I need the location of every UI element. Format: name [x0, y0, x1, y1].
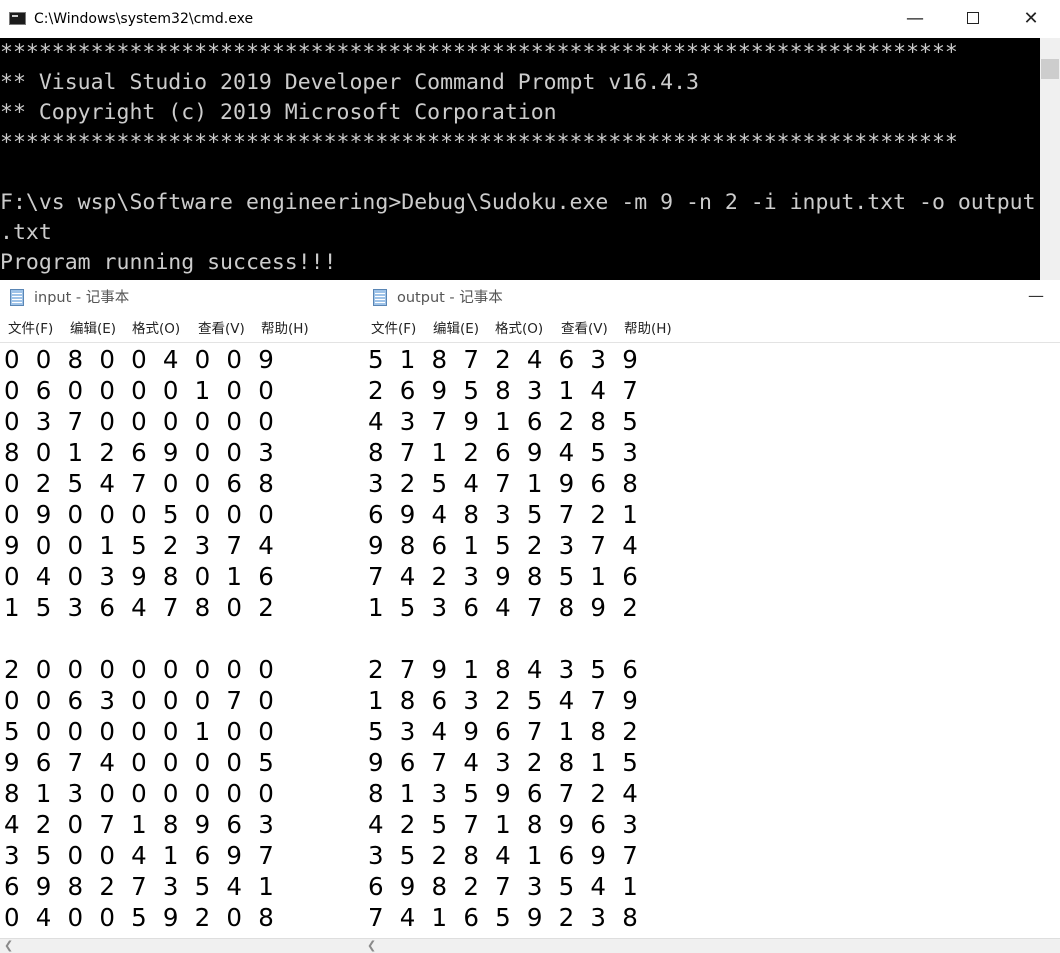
input-menubar: 文件(F) 编辑(E) 格式(O) 查看(V) 帮助(H)	[0, 316, 363, 343]
cmd-window: C:\Windows\system32\cmd.exe — ✕ ********…	[0, 0, 1060, 280]
text-line: 1 8 6 3 2 5 4 7 9	[368, 686, 642, 715]
text-line: 6 9 8 2 7 3 5 4 1	[368, 872, 642, 901]
maximize-icon	[967, 11, 979, 24]
console-line: ****************************************…	[0, 40, 958, 65]
console-line: F:\vs wsp\Software engineering>Debug\Sud…	[0, 190, 1036, 215]
scroll-left-arrow-icon[interactable]: ❮	[4, 939, 13, 952]
text-line: 8 1 3 5 9 6 7 2 4	[368, 779, 642, 808]
maximize-button[interactable]	[944, 0, 1002, 38]
text-line: 1 5 3 6 4 7 8 9 2	[368, 593, 642, 622]
text-line: 3 5 2 8 4 1 6 9 7	[368, 841, 642, 870]
output-window-title: output - 记事本	[397, 290, 503, 306]
text-line: 2 7 9 1 8 4 3 5 6	[368, 655, 642, 684]
text-line: 0 0 8 0 0 4 0 0 9	[4, 345, 278, 374]
output-text-area[interactable]: 5 1 8 7 2 4 6 3 9 2 6 9 5 8 3 1 4 7 4 3 …	[363, 342, 1060, 939]
menu-format[interactable]: 格式(O)	[132, 320, 180, 338]
text-line: 3 2 5 4 7 1 9 6 8	[368, 469, 642, 498]
text-line: 0 4 0 3 9 8 0 1 6	[4, 562, 278, 591]
output-notepad-window: output - 记事本 — 文件(F) 编辑(E) 格式(O) 查看(V) 帮…	[363, 280, 1060, 953]
output-menubar: 文件(F) 编辑(E) 格式(O) 查看(V) 帮助(H)	[363, 316, 1060, 343]
text-line: 8 0 1 2 6 9 0 0 3	[4, 438, 278, 467]
menu-edit[interactable]: 编辑(E)	[433, 320, 479, 338]
console-line: Program running success!!!	[0, 250, 337, 275]
input-text-area[interactable]: 0 0 8 0 0 4 0 0 9 0 6 0 0 0 0 1 0 0 0 3 …	[0, 342, 363, 939]
minimize-icon: —	[906, 8, 924, 29]
text-line: 0 6 0 0 0 0 1 0 0	[4, 376, 278, 405]
menu-view[interactable]: 查看(V)	[561, 320, 608, 338]
input-notepad-window: input - 记事本 文件(F) 编辑(E) 格式(O) 查看(V) 帮助(H…	[0, 280, 364, 953]
console-line: ****************************************…	[0, 130, 958, 155]
menu-file[interactable]: 文件(F)	[8, 320, 53, 338]
close-button[interactable]: ✕	[1002, 0, 1060, 38]
text-line: 2 6 9 5 8 3 1 4 7	[368, 376, 642, 405]
text-line: 4 3 7 9 1 6 2 8 5	[368, 407, 642, 436]
output-horizontal-scrollbar[interactable]: ❮	[363, 938, 1060, 953]
console-line: ** Visual Studio 2019 Developer Command …	[0, 70, 699, 95]
text-line: 4 2 0 7 1 8 9 6 3	[4, 810, 278, 839]
console-line: ** Copyright (c) 2019 Microsoft Corporat…	[0, 100, 557, 125]
cmd-titlebar[interactable]: C:\Windows\system32\cmd.exe — ✕	[0, 0, 1060, 38]
notepad-icon	[10, 289, 24, 306]
menu-format[interactable]: 格式(O)	[495, 320, 543, 338]
menu-help[interactable]: 帮助(H)	[261, 320, 309, 338]
text-line: 5 1 8 7 2 4 6 3 9	[368, 345, 642, 374]
scrollbar-thumb[interactable]	[1041, 59, 1059, 79]
input-notepad-titlebar[interactable]: input - 记事本	[0, 280, 363, 316]
text-line: 0 3 7 0 0 0 0 0 0	[4, 407, 278, 436]
text-line: 6 9 8 2 7 3 5 4 1	[4, 872, 278, 901]
text-line: 0 4 0 0 5 9 2 0 8	[4, 903, 278, 932]
text-line: 7 4 1 6 5 9 2 3 8	[368, 903, 642, 932]
text-line: 8 7 1 2 6 9 4 5 3	[368, 438, 642, 467]
close-icon: ✕	[1023, 8, 1039, 29]
text-line: 9 6 7 4 3 2 8 1 5	[368, 748, 642, 777]
input-window-title: input - 记事本	[34, 290, 130, 306]
text-line: 5 0 0 0 0 0 1 0 0	[4, 717, 278, 746]
notepad-icon	[373, 289, 387, 306]
output-notepad-titlebar[interactable]: output - 记事本 —	[363, 280, 1060, 316]
text-line: 0 0 6 3 0 0 0 7 0	[4, 686, 278, 715]
text-line: 8 1 3 0 0 0 0 0 0	[4, 779, 278, 808]
menu-file[interactable]: 文件(F)	[371, 320, 416, 338]
console-line: .txt	[0, 220, 52, 245]
minimize-icon[interactable]: —	[1028, 286, 1044, 305]
menu-edit[interactable]: 编辑(E)	[70, 320, 116, 338]
cmd-app-icon	[9, 12, 26, 25]
menu-help[interactable]: 帮助(H)	[624, 320, 672, 338]
text-line: 9 8 6 1 5 2 3 7 4	[368, 531, 642, 560]
cmd-console-output[interactable]: ****************************************…	[0, 38, 1040, 280]
text-line: 9 0 0 1 5 2 3 7 4	[4, 531, 278, 560]
minimize-button[interactable]: —	[886, 0, 944, 38]
text-line: 0 9 0 0 0 5 0 0 0	[4, 500, 278, 529]
text-line: 7 4 2 3 9 8 5 1 6	[368, 562, 642, 591]
menu-view[interactable]: 查看(V)	[198, 320, 245, 338]
cmd-vertical-scrollbar[interactable]	[1040, 38, 1060, 280]
input-horizontal-scrollbar[interactable]: ❮	[0, 938, 363, 953]
text-line: 3 5 0 0 4 1 6 9 7	[4, 841, 278, 870]
text-line: 5 3 4 9 6 7 1 8 2	[368, 717, 642, 746]
text-line: 1 5 3 6 4 7 8 0 2	[4, 593, 278, 622]
text-line: 4 2 5 7 1 8 9 6 3	[368, 810, 642, 839]
scroll-left-arrow-icon[interactable]: ❮	[367, 939, 376, 952]
cmd-window-title: C:\Windows\system32\cmd.exe	[34, 11, 254, 27]
text-line: 9 6 7 4 0 0 0 0 5	[4, 748, 278, 777]
text-line: 0 2 5 4 7 0 0 6 8	[4, 469, 278, 498]
text-line: 6 9 4 8 3 5 7 2 1	[368, 500, 642, 529]
text-line: 2 0 0 0 0 0 0 0 0	[4, 655, 278, 684]
